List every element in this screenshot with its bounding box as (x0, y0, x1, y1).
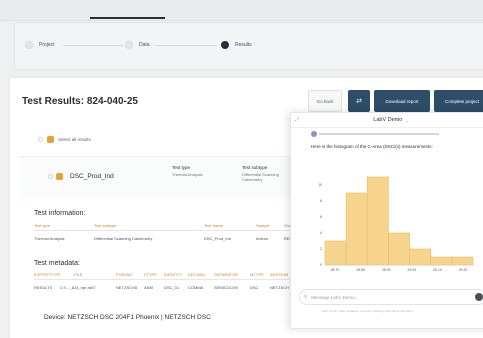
select-all-checkbox[interactable] (47, 136, 54, 143)
x-tick-label: 28.90 (382, 268, 391, 272)
test-metadata-title: Test metadata: (34, 260, 80, 267)
meta-header: IDENTITY (164, 272, 183, 277)
chat-window[interactable]: ⤢ LabV Demo ⌄ Here is the histogram of t… (290, 112, 483, 329)
meta-cell: COMMA (188, 285, 204, 290)
x-tick-label: 29.00 (407, 268, 416, 272)
x-tick-label: 28.80 (356, 268, 365, 272)
step-data[interactable]: Data (125, 41, 150, 49)
test-type-value: Thermal Analysis (172, 172, 203, 177)
active-tab-indicator (90, 17, 165, 19)
page-title: Test Results: 824-040-25 (22, 96, 138, 107)
test-information-title: Test information: (34, 210, 86, 217)
step-project[interactable]: Project (25, 41, 55, 49)
histogram-bar (388, 232, 410, 266)
test-name: DSC_Prod_Ind (70, 173, 114, 180)
expand-toggle[interactable] (48, 174, 53, 179)
meta-header: FORMAT (116, 272, 133, 277)
device-heading: Device: NETZSCH DSC 204F1 Phoenix | NETZ… (44, 314, 211, 321)
info-cell: Indium (256, 236, 269, 241)
meta-header: INSTRUM (270, 272, 289, 277)
test-subtype-label: Test subtype (242, 165, 268, 170)
chat-input[interactable]: ⚲ Message LabV Demo... (299, 289, 483, 305)
progress-stepper: Project Data Results (14, 22, 483, 70)
x-tick-label: 29.20 (459, 268, 468, 272)
step-dot (125, 41, 133, 49)
go-back-button[interactable]: Go back (308, 90, 342, 112)
meta-cell: SEMICOLON (214, 285, 239, 290)
chevron-down-icon[interactable]: ⌄ (405, 118, 408, 123)
meta-header: MTYPE (250, 272, 264, 277)
info-header: Sample (256, 223, 270, 228)
share-icon: ⇄ (356, 98, 362, 105)
complete-project-button[interactable]: Complete project (434, 90, 483, 112)
info-cell: Thermal Analysis (34, 236, 65, 241)
meta-cell: C:\\..._824_rqb.ra07 (60, 285, 96, 290)
meta-header: FTYPE (144, 272, 157, 277)
step-label: Project (39, 42, 55, 48)
info-header: Test subtype (94, 223, 117, 228)
histogram-bar (451, 256, 474, 266)
test-result-row[interactable]: DSC_Prod_Ind Test type Thermal Analysis … (20, 156, 320, 197)
x-tick-label: 28.70 (331, 268, 340, 272)
info-header: Test type (34, 223, 51, 228)
histogram-bar (430, 256, 453, 266)
select-all-row[interactable]: Select all results (38, 136, 91, 143)
y-tick-label: 10 (318, 183, 322, 187)
table-divider (34, 279, 296, 280)
meta-cell: DSC_01 (164, 285, 180, 290)
test-row-controls (48, 173, 63, 180)
chat-message: Here is the histogram of the C-Area (DSC… (311, 144, 433, 149)
prior-message-fragment (319, 133, 439, 135)
step-label: Data (139, 42, 150, 48)
step-connector (155, 45, 217, 46)
meta-header: EXPORTTYPE (34, 272, 61, 277)
meta-header: DECIMAL (188, 272, 206, 277)
share-button[interactable]: ⇄ (348, 90, 370, 112)
y-tick-label: 4 (320, 231, 322, 235)
meta-cell: NETZSCH (270, 285, 289, 290)
close-icon[interactable]: ⤢ (295, 117, 299, 123)
y-tick-label: 6 (320, 215, 322, 219)
app-topbar (0, 0, 483, 21)
histogram-bar (324, 240, 347, 266)
histogram-bar (345, 192, 368, 266)
y-tick-label: 2 (320, 247, 322, 251)
expand-toggle[interactable] (38, 137, 43, 142)
info-header: Test Name (204, 223, 224, 228)
assistant-avatar (311, 131, 317, 137)
test-type-label: Test type (172, 165, 191, 170)
meta-cell: NETZSCH5 (116, 285, 138, 290)
test-checkbox[interactable] (56, 173, 63, 180)
table-divider (34, 230, 296, 231)
chat-header: ⤢ LabV Demo ⌄ (291, 113, 483, 128)
chat-title: LabV Demo (373, 117, 403, 123)
histogram-bar (366, 176, 389, 266)
x-tick-label: 29.10 (433, 268, 442, 272)
chat-disclaimer: LabV AI can make mistakes. Consider chec… (321, 309, 415, 313)
download-report-button[interactable]: Download report (374, 90, 430, 112)
step-connector (63, 45, 123, 46)
step-dot (25, 41, 33, 49)
send-icon[interactable] (475, 293, 483, 301)
y-tick-label: 0 (320, 263, 322, 267)
step-dot-active (221, 41, 229, 49)
chat-input-placeholder: Message LabV Demo... (311, 294, 359, 300)
histogram-chart: 0 2 4 6 8 10 28.70 28.80 28.90 29.00 29.10 29.20 (318, 176, 474, 272)
y-tick-label: 8 (320, 199, 322, 203)
meta-header: FILE (74, 272, 83, 277)
step-results[interactable]: Results (221, 41, 252, 49)
subtype-line-2: Calorimetry (242, 177, 263, 182)
info-cell: Differential Scanning Calorimetry (94, 236, 153, 241)
info-cell: DSC_Prod_Ind (204, 236, 231, 241)
meta-cell: ANSI (144, 285, 154, 290)
paperclip-icon[interactable]: ⚲ (304, 294, 307, 300)
step-label: Results (235, 42, 252, 48)
meta-cell: RESULTS (34, 285, 53, 290)
meta-cell: DSC (250, 285, 259, 290)
meta-header: SEPARATOR (214, 272, 239, 277)
test-subtype-value: Differential Scanning Calorimetry (242, 172, 279, 182)
histogram-bar (409, 248, 432, 266)
select-all-label: Select all results (58, 137, 91, 142)
